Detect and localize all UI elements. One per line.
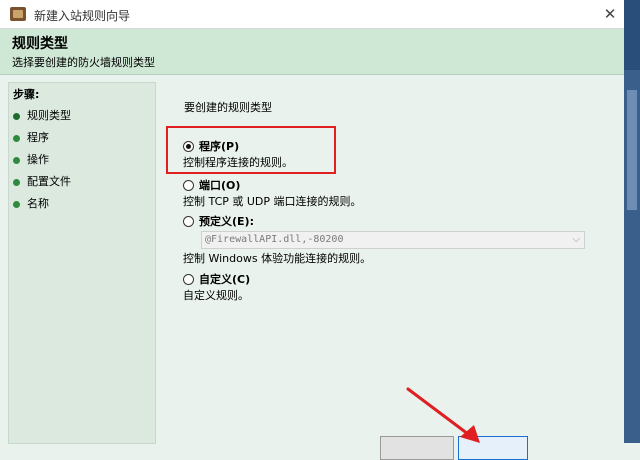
select-value: @FirewallAPI.dll,-80200	[205, 234, 344, 245]
radio-port[interactable]: 端口(O)	[183, 177, 240, 193]
step-rule-type[interactable]: 规则类型	[13, 107, 71, 125]
radio-unselected-icon[interactable]	[183, 180, 194, 191]
step-label: 操作	[27, 153, 49, 166]
background-segment	[627, 90, 637, 210]
wizard-header: 规则类型 选择要创建的防火墙规则类型	[0, 29, 624, 75]
predefined-select[interactable]: @FirewallAPI.dll,-80200 ⌵	[201, 231, 585, 249]
step-profile[interactable]: 配置文件	[13, 173, 71, 191]
steps-title: 步骤:	[13, 88, 40, 101]
title-bar: 新建入站规则向导 ✕	[0, 0, 624, 29]
step-name[interactable]: 名称	[13, 195, 49, 213]
background-segment	[624, 0, 640, 70]
option-description: 控制 Windows 体验功能连接的规则。	[183, 252, 372, 265]
wizard-content: 步骤: 规则类型 程序 操作 配置文件 名称 要创建的规则类型 程序(P) 控制…	[0, 75, 624, 444]
step-label: 名称	[27, 197, 49, 210]
step-dot-icon	[13, 156, 20, 164]
page-subtitle: 选择要创建的防火墙规则类型	[12, 56, 155, 69]
rule-type-prompt: 要创建的规则类型	[184, 101, 272, 114]
firewall-app-icon	[10, 7, 26, 21]
chevron-down-icon[interactable]: ⌵	[572, 232, 580, 248]
step-program[interactable]: 程序	[13, 129, 49, 147]
radio-selected-icon[interactable]	[183, 141, 194, 152]
option-description: 控制程序连接的规则。	[183, 156, 293, 169]
step-label: 程序	[27, 131, 49, 144]
step-dot-icon	[13, 200, 20, 208]
page-title: 规则类型	[12, 36, 68, 52]
option-label: 端口(O)	[199, 179, 241, 192]
step-label: 配置文件	[27, 175, 71, 188]
steps-panel: 步骤: 规则类型 程序 操作 配置文件 名称	[8, 82, 156, 444]
radio-predefined[interactable]: 预定义(E):	[183, 213, 254, 229]
option-label: 自定义(C)	[199, 273, 251, 286]
radio-custom[interactable]: 自定义(C)	[183, 271, 250, 287]
close-icon[interactable]: ✕	[600, 4, 620, 24]
radio-unselected-icon[interactable]	[183, 216, 194, 227]
radio-unselected-icon[interactable]	[183, 274, 194, 285]
step-dot-icon	[13, 134, 20, 142]
option-label: 预定义(E):	[199, 215, 254, 228]
rule-type-panel: 要创建的规则类型 程序(P) 控制程序连接的规则。 端口(O) 控制 TCP 或…	[166, 75, 624, 443]
option-description: 控制 TCP 或 UDP 端口连接的规则。	[183, 195, 362, 208]
desktop-background-strip	[624, 0, 640, 443]
radio-program[interactable]: 程序(P)	[183, 138, 239, 154]
option-description: 自定义规则。	[183, 289, 249, 302]
step-dot-icon	[13, 112, 20, 120]
option-label: 程序(P)	[199, 140, 240, 153]
step-action[interactable]: 操作	[13, 151, 49, 169]
step-label: 规则类型	[27, 109, 71, 122]
window-title: 新建入站规则向导	[34, 9, 131, 23]
red-arrow-icon	[406, 387, 480, 443]
step-dot-icon	[13, 178, 20, 186]
